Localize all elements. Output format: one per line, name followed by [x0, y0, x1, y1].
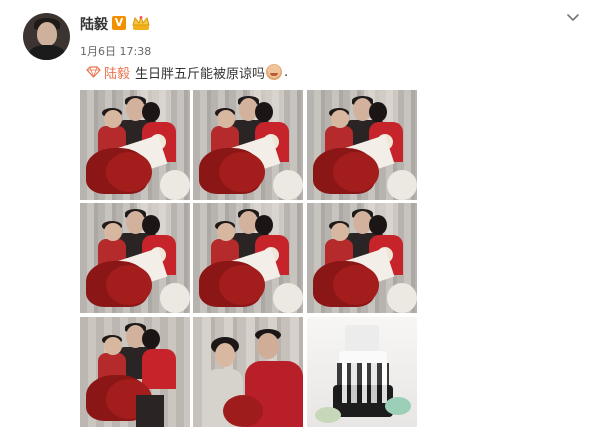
photo-roses	[333, 265, 379, 305]
photo-roses	[223, 395, 263, 427]
photo-roses	[106, 152, 152, 192]
photo-white-flowers	[387, 170, 417, 200]
diamond-icon	[86, 66, 101, 78]
photo-child-head	[104, 337, 122, 355]
photo-girl-hair	[369, 102, 387, 122]
mention-link[interactable]: 陆毅	[104, 63, 130, 82]
photo-child-head	[217, 223, 235, 241]
photo-cake-figurines	[337, 363, 389, 403]
user-name[interactable]: 陆毅	[80, 14, 108, 34]
photo-girl-hair	[369, 215, 387, 235]
photo-white-flowers	[273, 170, 303, 200]
photo-woman-head	[215, 343, 235, 367]
photo-white-flowers	[160, 170, 190, 200]
post-timestamp[interactable]: 1月6日 17:38	[80, 43, 151, 59]
photo-girl-hair	[142, 102, 160, 122]
photo-roses	[106, 265, 152, 305]
avatar-body	[29, 45, 65, 60]
photo-child-head	[104, 110, 122, 128]
photo-white-flowers	[273, 283, 303, 313]
photo-girl-hair	[142, 215, 160, 235]
photo-girl-hair	[255, 215, 273, 235]
avatar-face	[37, 22, 57, 46]
photo-9[interactable]	[307, 317, 417, 427]
crown-icon	[132, 15, 150, 30]
photo-white-flowers	[160, 283, 190, 313]
laughing-face-emoji-icon	[266, 64, 283, 80]
photo-girl-hair	[142, 329, 160, 349]
photo-7[interactable]	[80, 317, 190, 427]
photo-2[interactable]	[193, 90, 303, 200]
photo-roses	[219, 152, 265, 192]
post-text: 陆毅 生日胖五斤能被原谅吗 .	[86, 62, 288, 82]
photo-cake	[136, 395, 164, 427]
photo-child-head	[331, 223, 349, 241]
photo-child-head	[217, 110, 235, 128]
photo-6[interactable]	[307, 203, 417, 313]
photo-decoration	[315, 407, 341, 423]
verified-badge-icon: V	[112, 16, 126, 30]
photo-cake-top-tier	[345, 325, 379, 351]
photo-white-flowers	[387, 283, 417, 313]
photo-8[interactable]	[193, 317, 303, 427]
photo-grid	[80, 90, 417, 427]
photo-child-head	[331, 110, 349, 128]
post-trailing-punctuation: .	[284, 64, 289, 80]
photo-3[interactable]	[307, 90, 417, 200]
photo-1[interactable]	[80, 90, 190, 200]
photo-decoration	[385, 397, 411, 415]
photo-child-head	[104, 223, 122, 241]
photo-roses	[219, 265, 265, 305]
chevron-down-icon[interactable]	[563, 10, 583, 26]
photo-4[interactable]	[80, 203, 190, 313]
photo-roses	[333, 152, 379, 192]
photo-5[interactable]	[193, 203, 303, 313]
photo-girl-hair	[255, 102, 273, 122]
post-content: 生日胖五斤能被原谅吗	[135, 66, 266, 82]
avatar[interactable]	[23, 13, 70, 60]
photo-girl	[142, 349, 176, 389]
photo-man-head	[257, 333, 279, 359]
